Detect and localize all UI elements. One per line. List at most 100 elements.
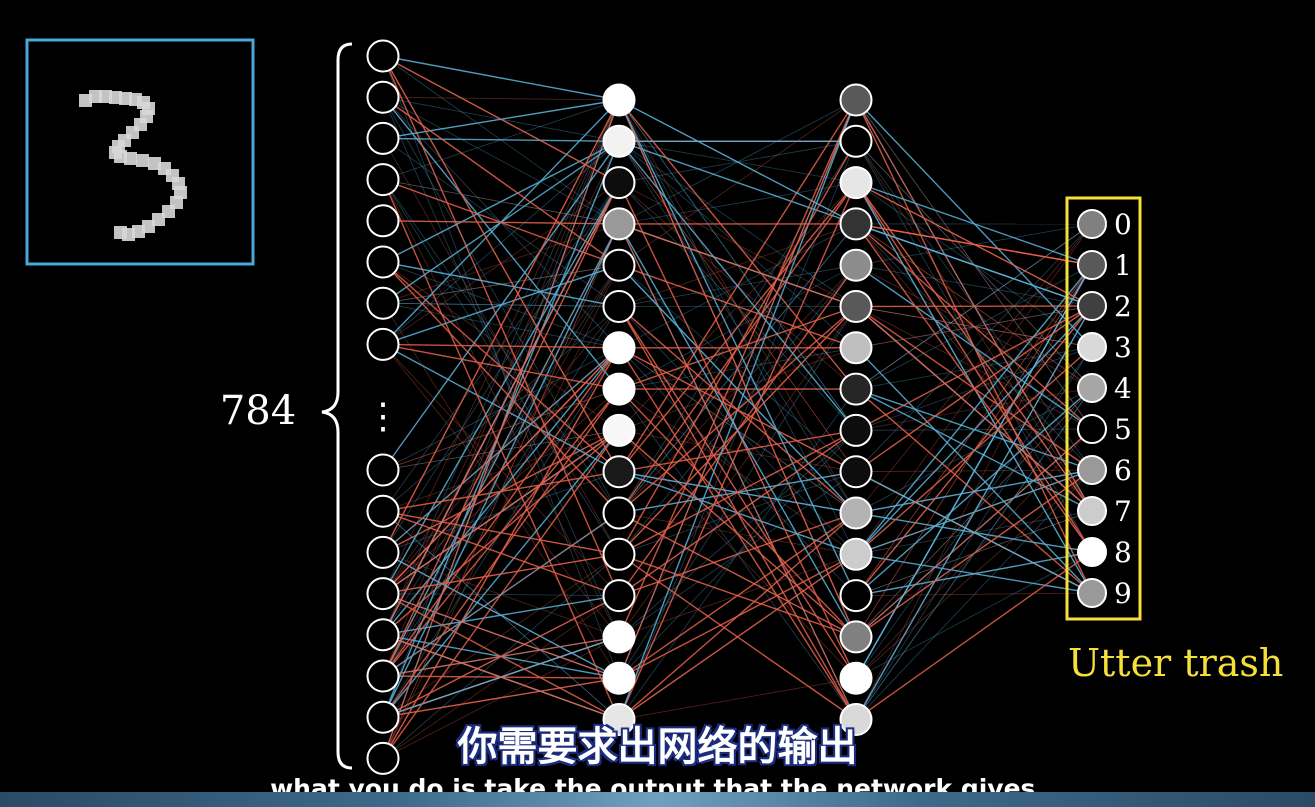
output-digit-label: 3: [1114, 331, 1132, 364]
output-neuron: [1077, 496, 1107, 526]
edge: [618, 223, 857, 720]
digit-pixel: [136, 154, 149, 167]
input-neuron: [366, 286, 400, 320]
input-brace: [321, 42, 353, 770]
hidden1-neuron: [602, 455, 636, 489]
input-count-label: 784: [220, 388, 296, 434]
hidden1-neuron: [602, 331, 636, 365]
edge: [382, 96, 620, 101]
hidden1-neuron: [602, 537, 636, 571]
output-neuron: [1077, 455, 1107, 485]
input-neuron: [366, 39, 400, 73]
input-neuron: [366, 327, 400, 361]
hidden1-neuron: [602, 124, 636, 158]
output-digit-label: 9: [1114, 577, 1132, 610]
hidden1-neuron: [602, 620, 636, 654]
hidden2-neuron: [839, 166, 873, 200]
hidden2-neuron: [839, 248, 873, 282]
digit-pixel: [124, 152, 137, 165]
input-neuron: [366, 245, 400, 279]
hidden1-neuron: [602, 207, 636, 241]
edge: [382, 510, 620, 597]
edge: [382, 634, 620, 721]
edge: [855, 553, 1093, 594]
output-digit-label: 5: [1114, 413, 1132, 446]
output-neuron: [1077, 537, 1107, 567]
hidden2-neuron: [839, 579, 873, 613]
hidden2-neuron: [839, 124, 873, 158]
hidden2-neuron: [839, 455, 873, 489]
hidden1-neuron: [602, 496, 636, 530]
hidden2-neuron: [839, 537, 873, 571]
output-neuron: [1077, 250, 1107, 280]
hidden2-neuron: [839, 331, 873, 365]
edge: [855, 551, 1093, 721]
subtitle-chinese: 你需要求出网络的输出: [457, 724, 858, 770]
output-digit-label: 4: [1114, 372, 1132, 405]
edge: [618, 99, 857, 266]
edge: [618, 553, 857, 679]
edge: [618, 347, 857, 720]
edge: [382, 592, 620, 721]
output-digit-label: 2: [1114, 290, 1132, 323]
input-neuron: [366, 121, 400, 155]
hidden2-neuron: [839, 661, 873, 695]
edge: [618, 99, 857, 390]
edge: [855, 387, 1093, 638]
input-neuron: [366, 535, 400, 569]
hidden1-neuron: [602, 372, 636, 406]
edge: [618, 471, 857, 638]
output-labels: 0 1 2 3 4 5 6 7 8 9: [1114, 208, 1132, 610]
hidden1-neuron: [602, 248, 636, 282]
output-neuron: [1077, 332, 1107, 362]
output-digit-label: 1: [1114, 249, 1132, 282]
output-neuron: [1077, 373, 1107, 403]
input-neuron: [366, 453, 400, 487]
edge: [382, 55, 620, 101]
hidden1-neuron: [602, 166, 636, 200]
input-neuron: [366, 204, 400, 238]
edge: [618, 99, 857, 555]
input-neuron: [366, 659, 400, 693]
input-neuron: [366, 80, 400, 114]
edge: [382, 512, 620, 677]
hidden1-neuron: [602, 579, 636, 613]
input-neuron: [366, 577, 400, 611]
hidden1-neuron: [602, 661, 636, 695]
edge: [855, 469, 1093, 638]
digit-pixel: [114, 226, 127, 239]
input-ellipsis: ⋮: [365, 396, 401, 437]
hidden2-neuron: [839, 83, 873, 117]
input-neuron: [366, 494, 400, 528]
edge: [855, 346, 1093, 720]
output-digit-label: 6: [1114, 454, 1132, 487]
hidden2-neuron: [839, 413, 873, 447]
edge: [618, 99, 857, 431]
edge: [382, 593, 620, 679]
hidden2-neuron: [839, 372, 873, 406]
hidden2-neuron: [839, 496, 873, 530]
hidden2-neuron: [839, 620, 873, 654]
output-neuron: [1077, 209, 1107, 239]
edge: [855, 264, 1093, 555]
output-digit-label: 8: [1114, 536, 1132, 569]
output-neuron: [1077, 414, 1107, 444]
edge: [855, 264, 1093, 307]
output-neuron: [1077, 578, 1107, 608]
edge: [382, 430, 620, 512]
hidden1-neuron: [602, 290, 636, 323]
input-neuron: [366, 618, 400, 652]
output-neuron: [1077, 291, 1107, 321]
edge: [855, 223, 1093, 307]
input-neuron: [366, 163, 400, 197]
hidden2-neuron: [839, 207, 873, 241]
edge: [618, 429, 857, 597]
output-annotation: Utter trash: [1068, 641, 1283, 685]
edge: [382, 96, 620, 225]
hidden1-neuron: [602, 413, 636, 447]
edge: [382, 510, 620, 720]
output-digit-label: 0: [1114, 208, 1132, 241]
hidden2-neuron: [839, 290, 873, 323]
network-diagram: 784 ⋮ 0 1 2 3 4 5 6 7 8 9 Utter trash: [25, 38, 1283, 775]
network-edges: [382, 55, 1093, 759]
